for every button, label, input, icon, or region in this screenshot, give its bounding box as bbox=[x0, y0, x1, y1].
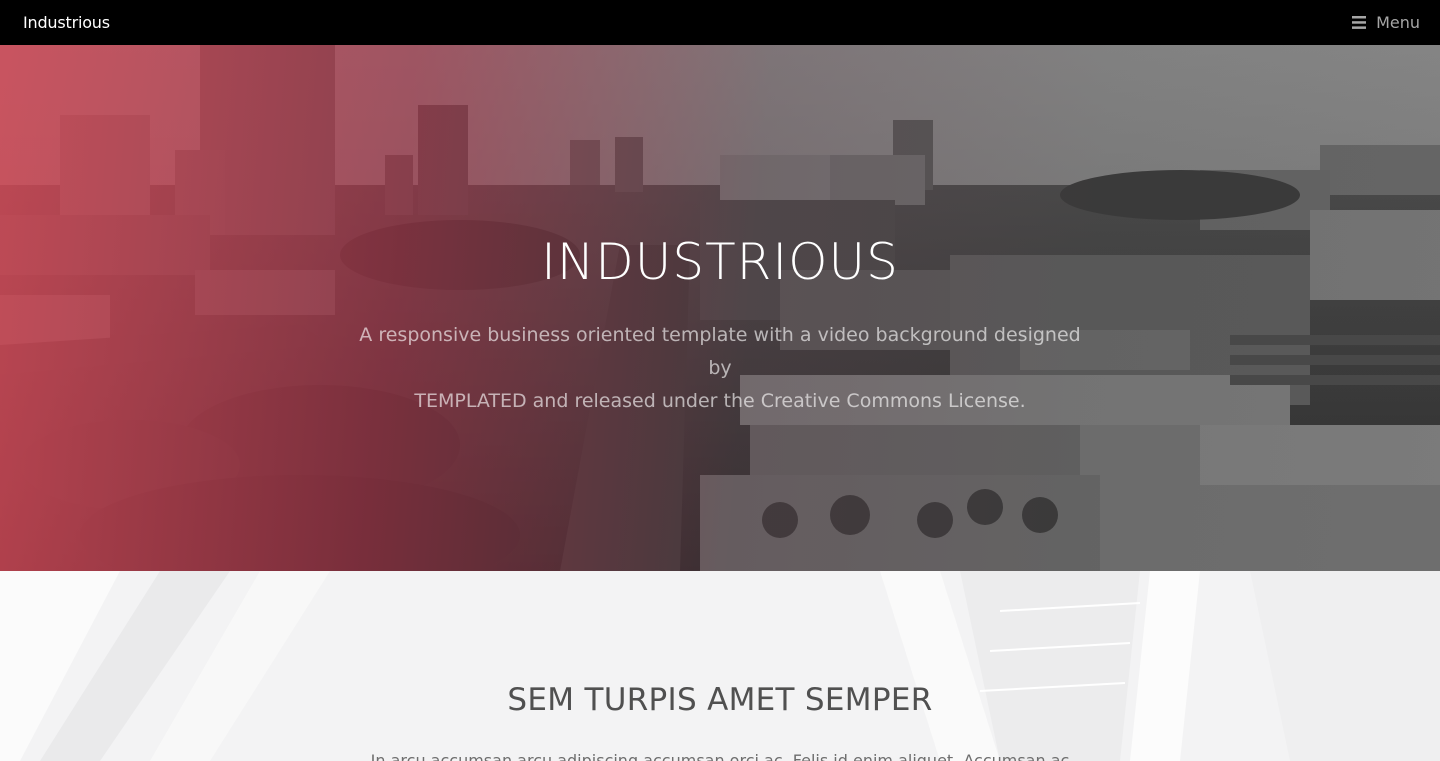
banner-description-line-2: TEMPLATED and released under the Creativ… bbox=[414, 390, 1026, 412]
hamburger-icon bbox=[1352, 16, 1367, 29]
section-background-pattern bbox=[0, 571, 1440, 761]
intro-section: SEM TURPIS AMET SEMPER In arcu accumsan … bbox=[0, 571, 1440, 761]
menu-label: Menu bbox=[1376, 13, 1420, 32]
hero-banner: INDUSTRIOUS A responsive business orient… bbox=[0, 45, 1440, 571]
section-title: SEM TURPIS AMET SEMPER bbox=[507, 682, 933, 718]
banner-title: INDUSTRIOUS bbox=[541, 233, 899, 291]
banner-content: INDUSTRIOUS A responsive business orient… bbox=[0, 45, 1440, 571]
site-header: Industrious Menu bbox=[0, 0, 1440, 45]
site-logo[interactable]: Industrious bbox=[23, 13, 110, 32]
section-paragraph: In arcu accumsan arcu adipiscing accumsa… bbox=[370, 751, 1070, 761]
banner-description-line-1: A responsive business oriented template … bbox=[359, 324, 1081, 379]
banner-description: A responsive business oriented template … bbox=[345, 319, 1095, 418]
menu-toggle-button[interactable]: Menu bbox=[1352, 13, 1420, 32]
